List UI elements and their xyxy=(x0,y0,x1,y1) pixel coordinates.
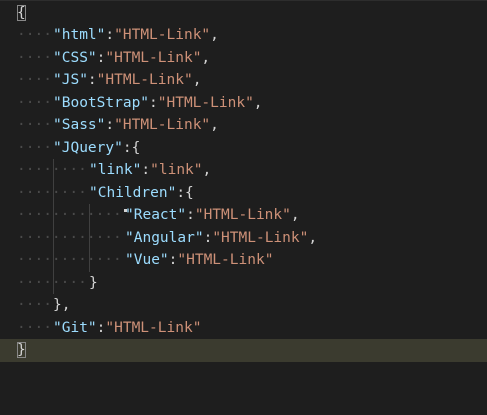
whitespace-indicator: ············ xyxy=(17,229,122,246)
whitespace-indicator: ········ xyxy=(17,162,87,178)
json-punctuation: , xyxy=(290,207,300,223)
json-punctuation: : xyxy=(105,117,115,133)
json-key: "link" xyxy=(89,162,142,178)
json-punctuation: , xyxy=(210,117,219,133)
whitespace-indicator: ···· xyxy=(17,139,52,156)
json-string: "link" xyxy=(150,162,203,178)
code-line[interactable]: ···· "Sass":"HTML-Link", xyxy=(0,114,487,137)
json-key: "Vue" xyxy=(125,252,169,268)
code-text: "Vue":"HTML-Link" xyxy=(125,249,273,272)
json-string: "HTML-Link" xyxy=(105,319,202,336)
code-text: "html":"HTML-Link", xyxy=(53,24,219,47)
json-key: "BootStrap" xyxy=(53,94,150,111)
whitespace-indicator: ········ xyxy=(17,274,87,291)
json-punctuation: : xyxy=(149,94,158,111)
code-text: "JS":"HTML-Link", xyxy=(53,69,201,92)
json-punctuation: , xyxy=(210,27,219,43)
code-line[interactable]: ········} xyxy=(0,272,487,295)
json-key: "JQuery" xyxy=(53,139,123,156)
json-punctuation: , xyxy=(201,49,211,66)
whitespace-indicator: ···· xyxy=(17,297,52,313)
code-editor[interactable]: {···· "html":"HTML-Link", ···· "CSS":"HTML-… xyxy=(0,0,487,415)
json-punctuation: , xyxy=(202,162,212,178)
json-string: "HTML-Link" xyxy=(194,207,291,223)
code-line[interactable]: ···· "JS":"HTML-Link", xyxy=(0,69,487,92)
json-key: "CSS" xyxy=(53,49,97,66)
json-punctuation: , xyxy=(308,229,318,246)
code-text: } xyxy=(17,339,26,362)
whitespace-indicator: ···· xyxy=(17,49,52,66)
json-punctuation: : xyxy=(141,162,151,178)
json-punctuation: , xyxy=(61,297,71,313)
json-key: "Sass" xyxy=(53,117,106,133)
code-text: } xyxy=(89,272,98,295)
json-string: "HTML-Link" xyxy=(114,117,211,133)
whitespace-indicator: ···· xyxy=(17,117,52,133)
json-punctuation: , xyxy=(192,72,202,88)
json-string: "HTML-Link" xyxy=(96,72,193,88)
json-brace: } xyxy=(53,297,62,313)
code-text: "BootStrap":"HTML-Link", xyxy=(53,92,263,115)
json-punctuation: : xyxy=(87,72,97,88)
code-text: "Git":"HTML-Link" xyxy=(53,317,201,340)
json-punctuation: : xyxy=(105,27,115,43)
code-line[interactable]: ········ "Children":{ xyxy=(0,182,487,205)
whitespace-indicator: ···· xyxy=(17,27,52,43)
code-text: "JQuery":{ xyxy=(53,137,140,160)
json-punctuation: : xyxy=(186,207,195,223)
cursor-marker xyxy=(124,209,127,212)
code-text: "Sass":"HTML-Link", xyxy=(53,114,219,137)
whitespace-indicator: ············ xyxy=(17,207,122,223)
json-key: "Angular" xyxy=(125,229,204,246)
code-text: "Angular":"HTML-Link", xyxy=(125,227,317,250)
code-line[interactable]: } xyxy=(0,339,487,362)
code-line[interactable]: ········ "link":"link", xyxy=(0,159,487,182)
indent-guide xyxy=(53,159,54,294)
code-line[interactable]: ···· "JQuery":{ xyxy=(0,137,487,160)
json-string: "HTML-Link" xyxy=(105,49,202,66)
code-line[interactable]: ···· "BootStrap":"HTML-Link", xyxy=(0,92,487,115)
code-line[interactable]: ···· "html":"HTML-Link", xyxy=(0,24,487,47)
code-line[interactable]: ············ "Vue":"HTML-Link" xyxy=(0,249,487,272)
code-line[interactable]: ············ "Angular":"HTML-Link", xyxy=(0,227,487,250)
json-brace: } xyxy=(89,274,98,291)
json-key: "Git" xyxy=(53,319,97,336)
json-brace: { xyxy=(17,4,26,21)
json-string: "HTML-Link" xyxy=(157,94,254,111)
json-string: "HTML-Link" xyxy=(177,252,274,268)
code-line[interactable]: ···· "CSS":"HTML-Link", xyxy=(0,47,487,70)
whitespace-indicator: ············ xyxy=(17,252,122,268)
code-text: { xyxy=(17,2,26,25)
json-punctuation: : xyxy=(122,139,132,156)
code-text: "Children":{ xyxy=(89,182,194,205)
indent-guide xyxy=(89,204,90,272)
json-key: "html" xyxy=(53,27,106,43)
code-line[interactable]: ····}, xyxy=(0,294,487,317)
json-key: "React" xyxy=(125,207,187,223)
code-text: "link":"link", xyxy=(89,159,211,182)
code-text: "React":"HTML-Link", xyxy=(125,204,300,227)
whitespace-indicator: ···· xyxy=(17,72,52,88)
json-brace: } xyxy=(17,342,26,358)
json-brace: { xyxy=(185,184,194,201)
json-string: "HTML-Link" xyxy=(212,229,309,246)
json-punctuation: : xyxy=(176,184,186,201)
code-text: "CSS":"HTML-Link", xyxy=(53,47,210,70)
code-line[interactable]: { xyxy=(0,2,487,25)
json-key: "JS" xyxy=(53,72,88,88)
whitespace-indicator: ···· xyxy=(17,319,52,336)
whitespace-indicator: ········ xyxy=(17,184,87,201)
json-punctuation: : xyxy=(203,229,213,246)
code-text: }, xyxy=(53,294,70,317)
json-key: "Children" xyxy=(89,184,177,201)
json-brace: { xyxy=(131,139,141,156)
code-line[interactable]: ············ "React":"HTML-Link", xyxy=(0,204,487,227)
code-line[interactable]: ···· "Git":"HTML-Link" xyxy=(0,317,487,340)
json-punctuation: , xyxy=(253,94,263,111)
whitespace-indicator: ···· xyxy=(17,94,52,111)
json-string: "HTML-Link" xyxy=(114,27,211,43)
